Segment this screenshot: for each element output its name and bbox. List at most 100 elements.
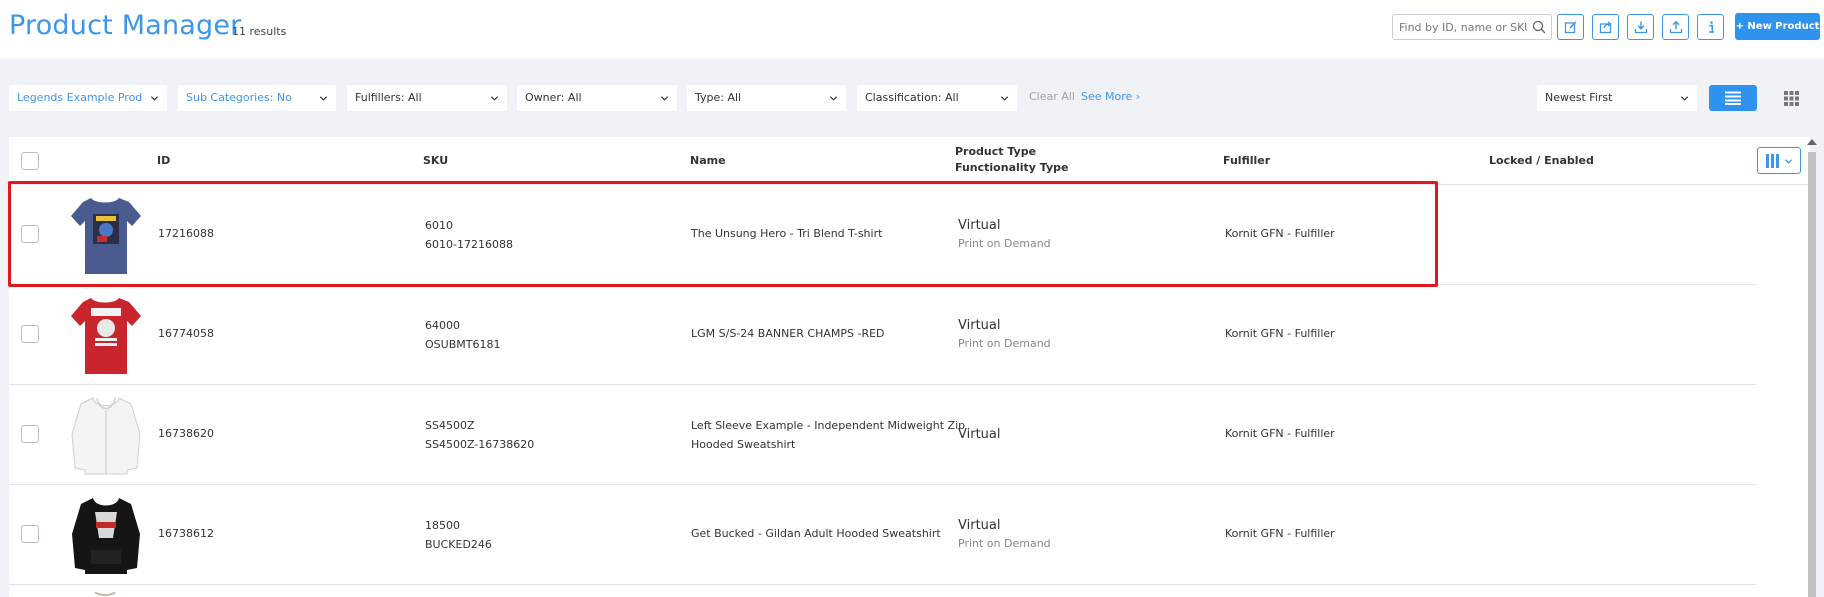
product-type: Virtual	[958, 318, 1001, 333]
sku-code: 64000	[425, 319, 460, 332]
functionality-type: Print on Demand	[958, 237, 1051, 250]
clear-all-link[interactable]: Clear All	[1029, 90, 1075, 103]
sort-selected-label: Newest First	[1545, 91, 1613, 104]
page-title: Product Manager	[9, 10, 242, 41]
table-row[interactable]: 16738620 SS4500Z SS4500Z-16738620 Left S…	[9, 385, 1756, 485]
page-header: Product Manager 11 results Find by ID, n…	[0, 0, 1824, 58]
sku-full: 6010-17216088	[425, 238, 513, 251]
column-header-fulfiller[interactable]: Fulfiller	[1223, 154, 1270, 167]
sku-code: SS4500Z	[425, 419, 475, 432]
download-icon	[1634, 21, 1648, 34]
product-name-line1: Left Sleeve Example - Independent Midwei…	[691, 419, 966, 432]
product-type-cell: Virtual	[958, 427, 1000, 442]
sku-code: 6010	[425, 219, 453, 232]
product-id: 16738612	[158, 527, 214, 540]
select-all-checkbox[interactable]	[21, 152, 39, 170]
product-name[interactable]: Left Sleeve Example - Independent Midwei…	[691, 416, 965, 454]
edit-export-button[interactable]	[1557, 14, 1584, 40]
product-thumbnail[interactable]	[69, 294, 141, 376]
search-icon[interactable]	[1531, 19, 1547, 35]
upload-button[interactable]	[1662, 14, 1689, 40]
chevron-down-icon	[150, 96, 159, 101]
info-button[interactable]	[1697, 14, 1724, 40]
product-type-cell: Virtual Print on Demand	[958, 218, 1051, 250]
chevron-down-icon	[1680, 96, 1689, 101]
row-checkbox[interactable]	[21, 425, 39, 443]
filter-fulfillers-label: Fulfillers: All	[355, 91, 422, 104]
product-thumbnail[interactable]	[69, 194, 141, 276]
column-settings-button[interactable]	[1757, 147, 1801, 174]
product-fulfiller: Kornit GFN - Fulfiller	[1225, 327, 1335, 340]
filter-classification-label: Classification: All	[865, 91, 959, 104]
product-fulfiller: Kornit GFN - Fulfiller	[1225, 527, 1335, 540]
list-view-button[interactable]	[1709, 85, 1757, 111]
row-checkbox[interactable]	[21, 525, 39, 543]
product-name[interactable]: Get Bucked - Gildan Adult Hooded Sweatsh…	[691, 527, 941, 540]
column-header-functionality-type[interactable]: Functionality Type	[955, 161, 1069, 174]
share-icon	[1599, 21, 1612, 34]
chevron-down-icon	[490, 96, 499, 101]
new-product-button[interactable]: + New Product	[1735, 13, 1820, 40]
product-name-line2: Hooded Sweatshirt	[691, 438, 796, 451]
table-row[interactable]: 16774058 64000 OSUBMT6181 LGM S/S-24 BAN…	[9, 285, 1756, 385]
vertical-scrollbar[interactable]	[1808, 152, 1816, 597]
filter-owner-label: Owner: All	[525, 91, 582, 104]
upload-icon	[1669, 20, 1683, 34]
product-thumbnail[interactable]	[69, 494, 141, 576]
product-thumbnail-partial	[94, 592, 116, 596]
sku-full: OSUBMT6181	[425, 338, 501, 351]
filter-type[interactable]: Type: All	[687, 85, 846, 111]
functionality-type: Print on Demand	[958, 537, 1051, 550]
product-name[interactable]: The Unsung Hero - Tri Blend T-shirt	[691, 227, 882, 240]
filter-sub-categories[interactable]: Sub Categories: No	[178, 85, 336, 111]
product-fulfiller: Kornit GFN - Fulfiller	[1225, 227, 1335, 240]
filter-fulfillers[interactable]: Fulfillers: All	[347, 85, 507, 111]
product-type: Virtual	[958, 427, 1001, 442]
filter-sub-categories-label: Sub Categories: No	[186, 91, 292, 104]
column-header-id[interactable]: ID	[157, 154, 170, 167]
column-header-name[interactable]: Name	[690, 154, 726, 167]
product-id: 16738620	[158, 427, 214, 440]
download-button[interactable]	[1627, 14, 1654, 40]
column-header-locked-enabled[interactable]: Locked / Enabled	[1489, 154, 1594, 167]
grid-icon	[1784, 91, 1799, 106]
product-sku: 18500 BUCKED246	[425, 516, 492, 554]
filter-category[interactable]: Legends Example Prod	[9, 85, 167, 111]
row-checkbox[interactable]	[21, 325, 39, 343]
filter-classification[interactable]: Classification: All	[857, 85, 1017, 111]
scroll-up-arrow-icon[interactable]	[1807, 139, 1817, 145]
chevron-down-icon	[1000, 96, 1009, 101]
product-name[interactable]: LGM S/S-24 BANNER CHAMPS -RED	[691, 327, 885, 340]
column-header-sku[interactable]: SKU	[423, 154, 448, 167]
table-row[interactable]: 17216088 6010 6010-17216088 The Unsung H…	[9, 185, 1756, 285]
product-type-cell: Virtual Print on Demand	[958, 318, 1051, 350]
chevron-down-icon	[319, 96, 328, 101]
info-icon	[1709, 21, 1714, 33]
filter-category-label: Legends Example Prod	[17, 91, 143, 104]
functionality-type: Print on Demand	[958, 337, 1051, 350]
product-type: Virtual	[958, 518, 1001, 533]
search-box[interactable]	[1392, 14, 1552, 40]
edit-box-icon	[1564, 21, 1577, 34]
search-input[interactable]	[1399, 19, 1527, 35]
filter-owner[interactable]: Owner: All	[517, 85, 677, 111]
table-header: ID SKU Name Product Type Functionality T…	[9, 137, 1810, 185]
table-row[interactable]: 16738612 18500 BUCKED246 Get Bucked - Gi…	[9, 485, 1756, 585]
product-sku: 64000 OSUBMT6181	[425, 316, 500, 354]
product-type-cell: Virtual Print on Demand	[958, 518, 1051, 550]
see-more-link[interactable]: See More ›	[1081, 90, 1140, 103]
sku-full: BUCKED246	[425, 538, 492, 551]
columns-icon	[1766, 154, 1779, 168]
chevron-down-icon	[1784, 159, 1793, 164]
column-header-product-type[interactable]: Product Type	[955, 145, 1036, 158]
sort-select[interactable]: Newest First	[1537, 85, 1697, 111]
row-checkbox[interactable]	[21, 225, 39, 243]
grid-view-button[interactable]	[1767, 85, 1815, 111]
share-button[interactable]	[1592, 14, 1619, 40]
product-thumbnail[interactable]	[69, 394, 141, 476]
product-table: ID SKU Name Product Type Functionality T…	[9, 137, 1810, 597]
chevron-down-icon	[829, 96, 838, 101]
filter-type-label: Type: All	[695, 91, 742, 104]
sku-full: SS4500Z-16738620	[425, 438, 535, 451]
product-id: 16774058	[158, 327, 214, 340]
